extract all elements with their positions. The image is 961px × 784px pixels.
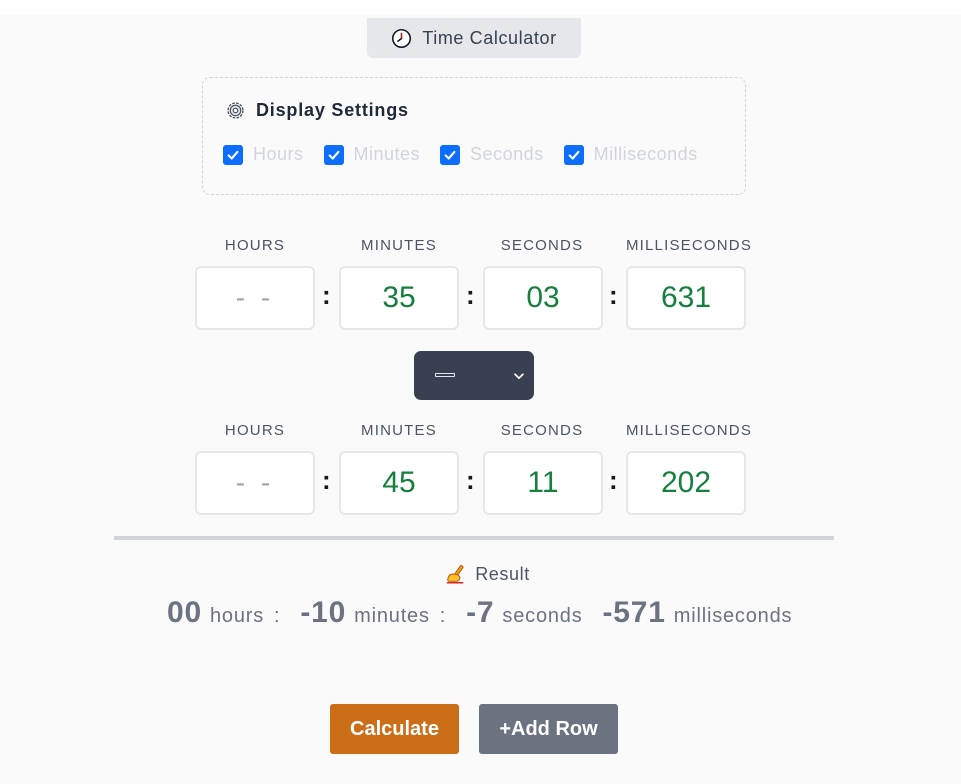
checkmark-icon — [568, 150, 580, 160]
hours-option-label: Hours — [253, 144, 304, 164]
divider — [114, 536, 834, 540]
colon-separator: : — [609, 465, 618, 495]
colon-separator: : — [609, 280, 618, 310]
settings-title: Display Settings — [256, 100, 409, 120]
result-separator: : — [439, 605, 447, 627]
result-minutes-unit: minutes — [354, 605, 430, 627]
result-seconds-unit: seconds — [502, 605, 583, 627]
operator-select[interactable] — [414, 351, 534, 400]
seconds-column-label: SECONDS — [500, 422, 584, 439]
result-header: Result — [0, 563, 961, 585]
seconds-checkbox[interactable] — [440, 144, 461, 165]
clock-icon — [392, 28, 412, 48]
minutes-checkbox[interactable] — [323, 144, 344, 165]
add-row-button[interactable]: +Add Row — [479, 704, 618, 754]
writing-hand-icon — [447, 565, 464, 584]
colon-separator: : — [322, 465, 331, 495]
milliseconds-column-label: MILLISECONDS — [625, 237, 753, 254]
hours-checkbox[interactable] — [223, 144, 243, 165]
result-milliseconds: -571 — [602, 596, 666, 629]
option-seconds[interactable]: Seconds — [440, 144, 544, 165]
minutes-option-label: Minutes — [353, 144, 421, 164]
seconds-column-label: SECONDS — [500, 237, 584, 254]
option-hours[interactable]: Hours — [223, 144, 304, 165]
minus-operator — [435, 373, 455, 377]
option-milliseconds[interactable]: Milliseconds — [563, 144, 698, 165]
top-strip — [0, 0, 961, 14]
hours-input-2[interactable]: - - — [195, 451, 315, 515]
seconds-input-1[interactable]: 03 — [483, 266, 603, 330]
title-tab: Time Calculator — [367, 18, 581, 58]
milliseconds-column-label: MILLISECONDS — [625, 422, 753, 439]
checkmark-icon — [227, 150, 239, 160]
gear-icon — [227, 102, 244, 119]
display-settings-panel: Display Settings Hours Minutes Seconds M… — [202, 77, 746, 195]
calculate-button[interactable]: Calculate — [330, 704, 459, 754]
result-title: Result — [475, 563, 530, 584]
page-title: Time Calculator — [422, 27, 557, 48]
seconds-option-label: Seconds — [470, 144, 544, 164]
hours-input-1[interactable]: - - — [195, 266, 315, 330]
result-hours-unit: hours — [209, 605, 265, 627]
result-hours: 00 — [167, 596, 202, 629]
minutes-input-1[interactable]: 35 — [339, 266, 459, 330]
milliseconds-input-2[interactable]: 202 — [626, 451, 746, 515]
checkmark-icon — [328, 150, 339, 160]
result-values: 00 hours : -10 minutes : -7 seconds -571… — [167, 596, 792, 630]
checkmark-icon — [444, 150, 456, 160]
hours-column-label: HOURS — [224, 237, 286, 254]
minutes-column-label: MINUTES — [361, 237, 437, 254]
result-seconds: -7 — [466, 596, 495, 629]
option-minutes[interactable]: Minutes — [323, 144, 421, 165]
seconds-input-2[interactable]: 11 — [483, 451, 603, 515]
milliseconds-input-1[interactable]: 631 — [626, 266, 746, 330]
result-separator: : — [274, 605, 281, 627]
hours-column-label: HOURS — [224, 422, 286, 439]
display-options: Hours Minutes Seconds Milliseconds — [223, 144, 698, 165]
colon-separator: : — [466, 280, 475, 310]
minutes-column-label: MINUTES — [361, 422, 437, 439]
result-minutes: -10 — [300, 596, 347, 629]
chevron-down-icon — [514, 373, 524, 380]
colon-separator: : — [466, 465, 475, 495]
settings-header: Display Settings — [225, 100, 409, 121]
result-milliseconds-unit: milliseconds — [673, 605, 793, 627]
milliseconds-option-label: Milliseconds — [593, 144, 698, 164]
colon-separator: : — [322, 280, 331, 310]
minutes-input-2[interactable]: 45 — [339, 451, 459, 515]
milliseconds-checkbox[interactable] — [563, 144, 584, 165]
